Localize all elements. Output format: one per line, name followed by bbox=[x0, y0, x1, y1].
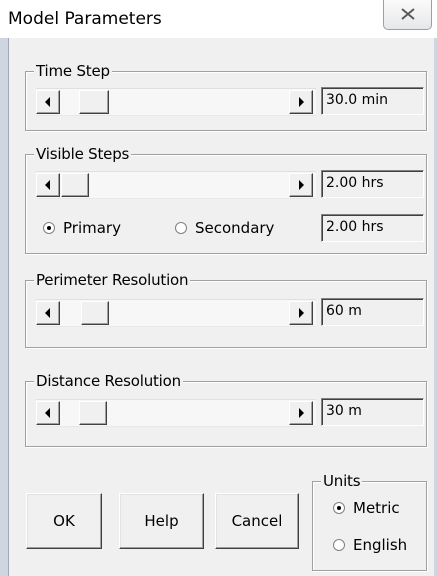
window-title: Model Parameters bbox=[8, 9, 162, 29]
help-button[interactable]: Help bbox=[119, 493, 204, 549]
arrow-right-icon bbox=[299, 97, 304, 107]
visible-steps-value: 2.00 hrs bbox=[321, 170, 424, 198]
units-group: Units bbox=[312, 472, 427, 571]
title-bar: Model Parameters bbox=[0, 0, 437, 38]
scroll-thumb[interactable] bbox=[79, 90, 109, 114]
visible-steps-scrollbar[interactable] bbox=[36, 171, 316, 199]
time-step-label: Time Step bbox=[34, 62, 112, 80]
distance-resolution-label: Distance Resolution bbox=[34, 372, 183, 390]
perimeter-resolution-value: 60 m bbox=[321, 298, 424, 326]
units-label: Units bbox=[321, 472, 363, 490]
close-icon bbox=[401, 8, 415, 20]
distance-resolution-scrollbar[interactable] bbox=[36, 399, 316, 427]
scroll-thumb[interactable] bbox=[61, 173, 89, 197]
scroll-right-button[interactable] bbox=[289, 173, 313, 197]
scroll-left-button[interactable] bbox=[36, 301, 60, 325]
radio-unchecked-icon bbox=[175, 222, 187, 234]
window-left-border bbox=[0, 38, 9, 576]
scroll-right-button[interactable] bbox=[289, 90, 313, 114]
arrow-right-icon bbox=[299, 408, 304, 418]
time-step-scrollbar[interactable] bbox=[36, 88, 316, 116]
arrow-left-icon bbox=[45, 308, 50, 318]
distance-resolution-value: 30 m bbox=[321, 398, 424, 426]
scroll-thumb[interactable] bbox=[81, 301, 109, 325]
arrow-right-icon bbox=[299, 308, 304, 318]
arrow-right-icon bbox=[299, 180, 304, 190]
scroll-left-button[interactable] bbox=[36, 401, 60, 425]
close-button[interactable] bbox=[383, 0, 432, 30]
perimeter-resolution-scrollbar[interactable] bbox=[36, 299, 316, 327]
scroll-left-button[interactable] bbox=[36, 90, 60, 114]
arrow-left-icon bbox=[45, 97, 50, 107]
time-step-value: 30.0 min bbox=[321, 87, 424, 115]
secondary-steps-value: 2.00 hrs bbox=[321, 214, 424, 242]
arrow-left-icon bbox=[45, 408, 50, 418]
perimeter-resolution-label: Perimeter Resolution bbox=[34, 271, 191, 289]
scroll-right-button[interactable] bbox=[289, 301, 313, 325]
ok-button[interactable]: OK bbox=[26, 493, 102, 549]
scroll-left-button[interactable] bbox=[36, 173, 60, 197]
radio-unchecked-icon bbox=[333, 539, 345, 551]
scroll-right-button[interactable] bbox=[289, 401, 313, 425]
radio-checked-icon bbox=[333, 502, 345, 514]
scroll-thumb[interactable] bbox=[79, 401, 107, 425]
radio-checked-icon bbox=[43, 222, 55, 234]
arrow-left-icon bbox=[45, 180, 50, 190]
cancel-button[interactable]: Cancel bbox=[215, 493, 299, 549]
visible-steps-label: Visible Steps bbox=[34, 145, 132, 163]
